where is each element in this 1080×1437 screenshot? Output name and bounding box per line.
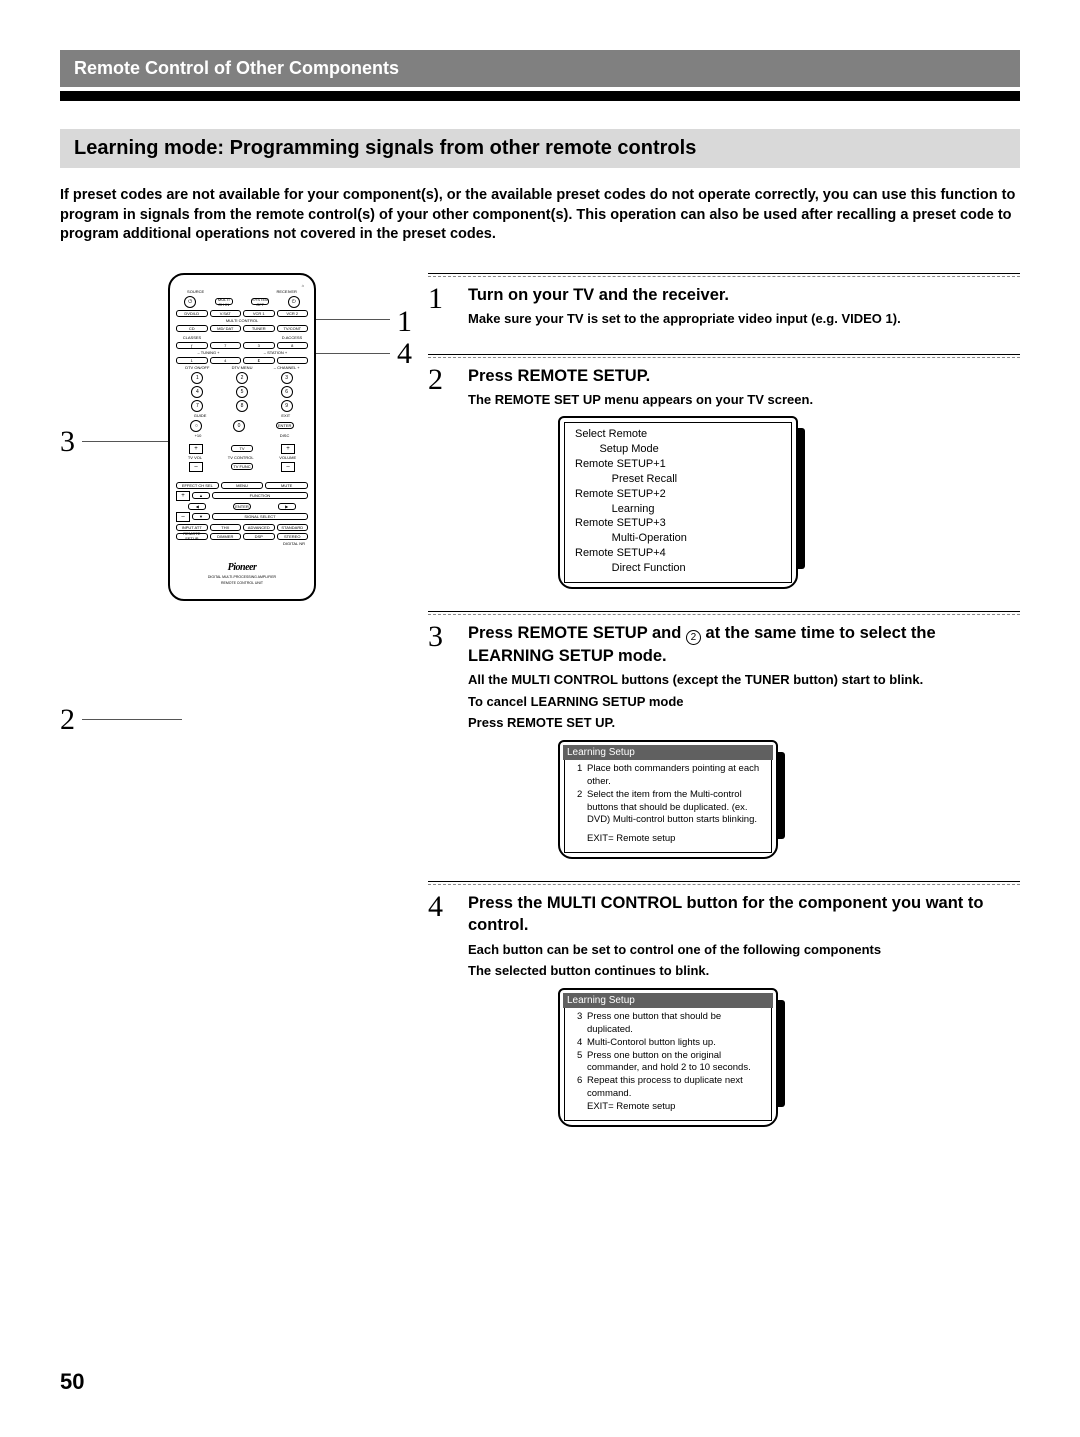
step-number: 2 <box>428 365 450 589</box>
step-detail: All the MULTI CONTROL buttons (except th… <box>468 671 1020 689</box>
step-detail: The REMOTE SET UP menu appears on your T… <box>468 391 1020 409</box>
document-page: Remote Control of Other Components Learn… <box>0 0 1080 1189</box>
step-2: 2 Press REMOTE SETUP. The REMOTE SET UP … <box>428 354 1020 589</box>
section-title: Learning mode: Programming signals from … <box>60 129 1020 168</box>
step-1: 1 Turn on your TV and the receiver. Make… <box>428 273 1020 332</box>
callout-2: 2 <box>60 703 75 737</box>
remote-illustration-column: 1 4 3 2 ⌂ SOURCERECEIVER ⏻ MULTI CH IN S… <box>60 273 410 1149</box>
step-title: Press REMOTE SETUP. <box>468 365 1020 387</box>
tv-header: Learning Setup <box>563 993 773 1009</box>
chapter-header: Remote Control of Other Components <box>60 50 1020 87</box>
callout-3: 3 <box>60 425 75 459</box>
callout-4: 4 <box>397 337 412 371</box>
step-title: Press the MULTI CONTROL button for the c… <box>468 892 1020 937</box>
steps-column: 1 Turn on your TV and the receiver. Make… <box>428 273 1020 1149</box>
receiver-icon: ⏻ <box>288 296 300 308</box>
step-detail: The selected button continues to blink. <box>468 962 1020 980</box>
step-number: 1 <box>428 284 450 332</box>
horizontal-rule <box>60 91 1020 101</box>
step-detail: Make sure your TV is set to the appropri… <box>468 310 1020 328</box>
intro-paragraph: If preset codes are not available for yo… <box>60 186 1020 245</box>
step-detail: Each button can be set to control one of… <box>468 941 1020 959</box>
callout-1: 1 <box>397 305 412 339</box>
tv-footer: EXIT= Remote setup <box>587 833 763 846</box>
step-title: Press REMOTE SETUP and 2 at the same tim… <box>468 622 1020 667</box>
tv-screen-learning-1: Learning Setup 1Place both commanders po… <box>558 740 778 859</box>
step-detail: Press REMOTE SET UP. <box>468 714 1020 732</box>
step-4: 4 Press the MULTI CONTROL button for the… <box>428 881 1020 1127</box>
remote-control-diagram: ⌂ SOURCERECEIVER ⏻ MULTI CH IN SYSTEM OF… <box>168 273 316 601</box>
tv-screen-learning-2: Learning Setup 3Press one button that sh… <box>558 988 778 1127</box>
tv-screen-setup-menu: Select Remote Setup ModeRemote SETUP+1 P… <box>558 416 798 588</box>
brand-logo: Pioneer <box>176 562 308 573</box>
step-number: 3 <box>428 622 450 859</box>
source-icon: ⏻ <box>184 296 196 308</box>
step-3: 3 Press REMOTE SETUP and 2 at the same t… <box>428 611 1020 859</box>
step-title: Turn on your TV and the receiver. <box>468 284 1020 306</box>
keypad-2-icon: 2 <box>686 630 701 645</box>
tv-header: Learning Setup <box>563 745 773 761</box>
step-number: 4 <box>428 892 450 1127</box>
page-number: 50 <box>60 1369 84 1395</box>
step-detail: To cancel LEARNING SETUP mode <box>468 693 1020 711</box>
content-columns: 1 4 3 2 ⌂ SOURCERECEIVER ⏻ MULTI CH IN S… <box>60 273 1020 1149</box>
